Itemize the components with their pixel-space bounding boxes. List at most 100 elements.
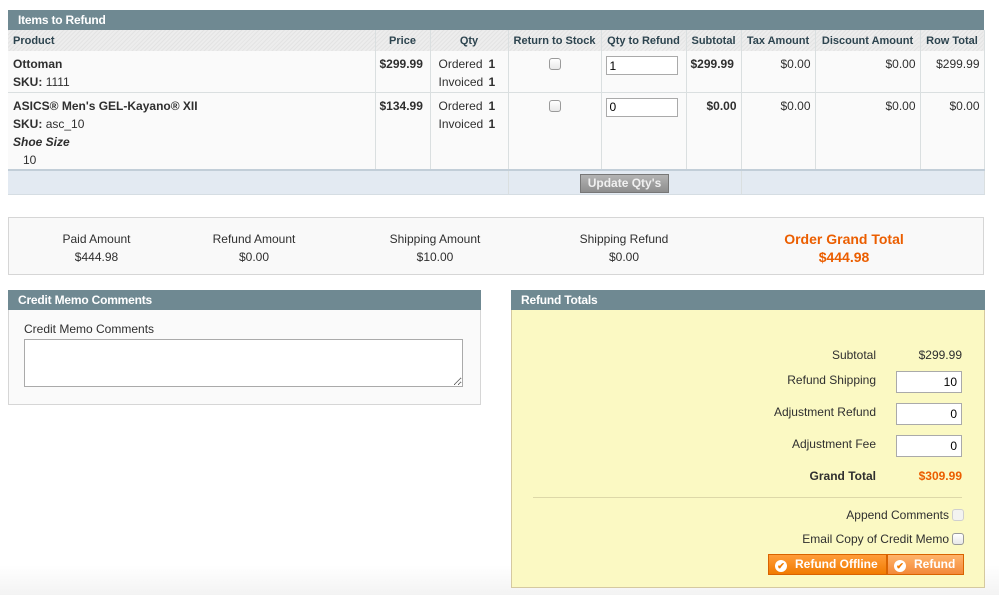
grand-total-value: $309.99 bbox=[918, 469, 962, 483]
refund-offline-button[interactable]: ✔ Refund Offline bbox=[768, 554, 887, 575]
shipping-refund-value: $0.00 bbox=[608, 250, 640, 264]
qty-to-refund-input[interactable] bbox=[605, 97, 678, 117]
ordered-value: 1 bbox=[488, 57, 496, 71]
price-cell: $299.99 bbox=[375, 51, 431, 93]
product-cell: Ottoman SKU: 1111 bbox=[8, 51, 376, 93]
credit-memo-comments-section: Credit Memo Comments Credit Memo Comment… bbox=[8, 290, 481, 405]
return-to-stock-cell bbox=[508, 51, 602, 93]
subtotal-label: Subtotal bbox=[831, 348, 876, 362]
sku-value: asc_10 bbox=[45, 116, 85, 131]
update-qtys-button[interactable]: Update Qty's bbox=[579, 173, 670, 193]
items-to-refund-header: Items to Refund bbox=[8, 10, 984, 30]
column-header-discount-amount: Discount Amount bbox=[815, 30, 921, 51]
email-copy-label: Email Copy of Credit Memo bbox=[802, 532, 949, 546]
qty-to-refund-cell bbox=[601, 92, 687, 170]
refund-button[interactable]: ✔ Refund bbox=[887, 554, 965, 575]
check-circle-icon: ✔ bbox=[775, 560, 787, 572]
shipping-amount-label: Shipping Amount bbox=[389, 232, 481, 246]
qty-cell: Ordered 1 Invoiced 1 bbox=[430, 92, 509, 170]
column-header-return-to-stock: Return to Stock bbox=[508, 30, 602, 51]
items-to-refund-section: Items to Refund Product Price Qty Return… bbox=[8, 10, 985, 195]
row-total-cell: $299.99 bbox=[920, 51, 985, 93]
credit-memo-comments-label: Credit Memo Comments bbox=[24, 322, 155, 336]
adjustment-fee-label: Adjustment Fee bbox=[791, 437, 876, 451]
row-total-cell: $0.00 bbox=[920, 92, 985, 170]
sku-value: 1111 bbox=[45, 75, 70, 89]
adjustment-refund-input[interactable] bbox=[896, 403, 962, 425]
subtotal-row: Subtotal $299.99 bbox=[510, 348, 984, 370]
paid-amount-label: Paid Amount bbox=[62, 232, 131, 246]
shipping-amount: Shipping Amount $10.00 bbox=[379, 230, 491, 266]
adjustment-fee-input[interactable] bbox=[896, 435, 962, 457]
ordered-label: Ordered bbox=[438, 57, 483, 71]
return-to-stock-cell bbox=[508, 92, 602, 170]
sku-label: SKU: bbox=[13, 75, 43, 89]
column-header-price: Price bbox=[375, 30, 431, 51]
option-value: 10 bbox=[23, 152, 37, 167]
refund-totals-header: Refund Totals bbox=[511, 290, 985, 310]
product-cell: ASICS® Men's GEL-Kayano® XII SKU: asc_10… bbox=[8, 92, 376, 170]
adjustment-fee-row: Adjustment Fee bbox=[510, 435, 984, 457]
refund-totals-section: Refund Totals Subtotal $299.99 Refund Sh… bbox=[511, 290, 985, 588]
subtotal-value: $299.99 bbox=[918, 348, 962, 362]
product-name: Ottoman bbox=[13, 57, 63, 71]
refund-shipping-input[interactable] bbox=[896, 371, 962, 393]
items-table: Product Price Qty Return to Stock Qty to… bbox=[8, 30, 985, 195]
order-grand-total-value: $444.98 bbox=[818, 249, 870, 265]
subtotal-cell: $0.00 bbox=[686, 92, 742, 170]
shipping-refund-label: Shipping Refund bbox=[579, 232, 669, 246]
column-header-subtotal: Subtotal bbox=[686, 30, 742, 51]
discount-amount-cell: $0.00 bbox=[815, 92, 921, 170]
column-header-qty-to-refund: Qty to Refund bbox=[601, 30, 687, 51]
qty-to-refund-cell bbox=[601, 51, 687, 93]
tax-amount-cell: $0.00 bbox=[741, 92, 816, 170]
email-copy-checkbox[interactable] bbox=[952, 533, 964, 545]
adjustment-refund-row: Adjustment Refund bbox=[510, 403, 984, 425]
option-label: Shoe Size bbox=[13, 134, 70, 149]
refund-offline-button-label: Refund Offline bbox=[795, 557, 878, 571]
column-header-product: Product bbox=[8, 30, 376, 51]
product-name: ASICS® Men's GEL-Kayano® XII bbox=[13, 98, 198, 113]
append-comments-label: Append Comments bbox=[846, 508, 949, 522]
table-header-row: Product Price Qty Return to Stock Qty to… bbox=[8, 30, 985, 51]
paid-amount-value: $444.98 bbox=[74, 250, 119, 264]
table-footer-row: Update Qty's bbox=[8, 168, 985, 195]
sku-label: SKU: bbox=[13, 116, 43, 131]
tax-amount-cell: $0.00 bbox=[741, 51, 816, 93]
divider bbox=[533, 497, 962, 498]
refund-shipping-row: Refund Shipping bbox=[510, 371, 984, 393]
refund-amount: Refund Amount $0.00 bbox=[199, 230, 309, 266]
email-copy-option: Email Copy of Credit Memo bbox=[802, 532, 964, 546]
table-row: ASICS® Men's GEL-Kayano® XII SKU: asc_10… bbox=[8, 92, 985, 170]
append-comments-checkbox[interactable] bbox=[952, 509, 964, 521]
invoiced-label: Invoiced bbox=[438, 116, 484, 131]
adjustment-refund-label: Adjustment Refund bbox=[773, 405, 876, 419]
order-grand-total: Order Grand Total $444.98 bbox=[769, 230, 919, 266]
grand-total-row: Grand Total $309.99 bbox=[510, 469, 984, 491]
price-cell: $134.99 bbox=[375, 92, 431, 170]
order-summary-box: Paid Amount $444.98 Refund Amount $0.00 … bbox=[8, 217, 984, 275]
refund-button-label: Refund bbox=[914, 557, 956, 571]
ordered-label: Ordered bbox=[438, 98, 483, 113]
shipping-amount-value: $10.00 bbox=[416, 250, 454, 264]
column-header-tax-amount: Tax Amount bbox=[741, 30, 816, 51]
qty-cell: Ordered 1 Invoiced 1 bbox=[430, 51, 509, 93]
invoiced-label: Invoiced bbox=[438, 75, 484, 89]
qty-to-refund-input[interactable] bbox=[605, 56, 678, 75]
ordered-value: 1 bbox=[488, 98, 496, 113]
order-grand-total-label: Order Grand Total bbox=[784, 231, 904, 247]
return-to-stock-checkbox[interactable] bbox=[548, 99, 561, 112]
subtotal-cell: $299.99 bbox=[686, 51, 742, 93]
paid-amount: Paid Amount $444.98 bbox=[49, 230, 144, 266]
check-circle-icon: ✔ bbox=[894, 560, 906, 572]
grand-total-label: Grand Total bbox=[809, 469, 876, 483]
column-header-row-total: Row Total bbox=[920, 30, 985, 51]
refund-amount-value: $0.00 bbox=[238, 250, 270, 264]
invoiced-value: 1 bbox=[488, 75, 496, 89]
refund-amount-label: Refund Amount bbox=[212, 232, 296, 246]
credit-memo-comments-textarea[interactable] bbox=[24, 339, 463, 387]
invoiced-value: 1 bbox=[488, 116, 496, 131]
shipping-refund: Shipping Refund $0.00 bbox=[569, 230, 679, 266]
return-to-stock-checkbox[interactable] bbox=[548, 58, 561, 70]
table-row: Ottoman SKU: 1111 $299.99 Ordered 1 Invoi… bbox=[8, 51, 985, 93]
